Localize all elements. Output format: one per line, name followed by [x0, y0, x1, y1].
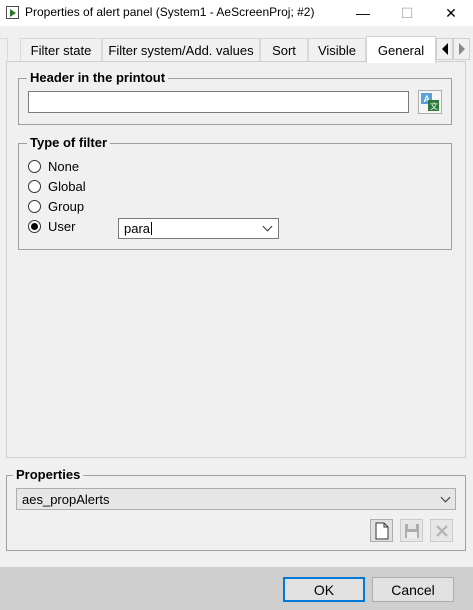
- tab-filter-system[interactable]: Filter system/Add. values: [102, 38, 260, 62]
- radio-button[interactable]: [28, 180, 41, 193]
- combobox-value: para: [124, 221, 151, 236]
- radio-button[interactable]: [28, 160, 41, 173]
- tab-scroll-right-button[interactable]: [453, 38, 470, 60]
- save-property-button[interactable]: [400, 519, 423, 542]
- translate-button[interactable]: A 文: [418, 90, 442, 114]
- minimize-button[interactable]: —: [341, 0, 385, 26]
- radio-none[interactable]: None: [28, 159, 79, 174]
- radio-button[interactable]: [28, 200, 41, 213]
- radio-global[interactable]: Global: [28, 179, 86, 194]
- group-title: Type of filter: [27, 135, 111, 150]
- translate-icon: A 文: [421, 93, 439, 111]
- group-title: Properties: [13, 467, 84, 482]
- cancel-button[interactable]: Cancel: [372, 577, 454, 602]
- new-document-icon: [375, 522, 388, 539]
- tab-strip: Filter state Filter system/Add. values S…: [0, 36, 473, 63]
- radio-label: Group: [48, 199, 85, 214]
- arrow-left-icon: [441, 43, 448, 55]
- tab-visible[interactable]: Visible: [308, 38, 366, 62]
- user-filter-combobox[interactable]: para: [118, 218, 279, 239]
- app-icon: [6, 6, 19, 19]
- save-icon: [404, 523, 419, 538]
- properties-select[interactable]: aes_propAlerts: [16, 488, 456, 510]
- text-cursor: [151, 222, 153, 235]
- title-bar: Properties of alert panel (System1 - AeS…: [0, 0, 473, 26]
- chevron-down-icon: [440, 492, 451, 503]
- delete-icon: [435, 524, 448, 537]
- svg-text:文: 文: [430, 101, 438, 111]
- radio-button[interactable]: [28, 220, 41, 233]
- tab-partial[interactable]: [0, 38, 8, 62]
- tab-scroll-left-button[interactable]: [436, 38, 453, 60]
- arrow-right-icon: [458, 43, 465, 55]
- delete-property-button[interactable]: [430, 519, 453, 542]
- header-printout-input[interactable]: [28, 91, 409, 113]
- select-value: aes_propAlerts: [22, 491, 110, 507]
- radio-group[interactable]: Group: [28, 199, 84, 214]
- ok-button[interactable]: OK: [283, 577, 365, 602]
- radio-label: None: [48, 159, 80, 174]
- properties-group: Properties: [6, 467, 466, 551]
- tab-general[interactable]: General: [366, 36, 436, 63]
- group-title: Header in the printout: [27, 70, 169, 85]
- radio-label: User: [48, 219, 76, 234]
- chevron-down-icon: [262, 221, 273, 232]
- close-button[interactable]: ✕: [429, 0, 473, 26]
- tab-filter-state[interactable]: Filter state: [20, 38, 102, 62]
- maximize-button[interactable]: ☐: [385, 0, 429, 26]
- tab-sort[interactable]: Sort: [260, 38, 308, 62]
- new-property-button[interactable]: [370, 519, 393, 542]
- window-title: Properties of alert panel (System1 - AeS…: [25, 5, 315, 19]
- radio-label: Global: [48, 179, 86, 194]
- radio-user[interactable]: User: [28, 219, 75, 234]
